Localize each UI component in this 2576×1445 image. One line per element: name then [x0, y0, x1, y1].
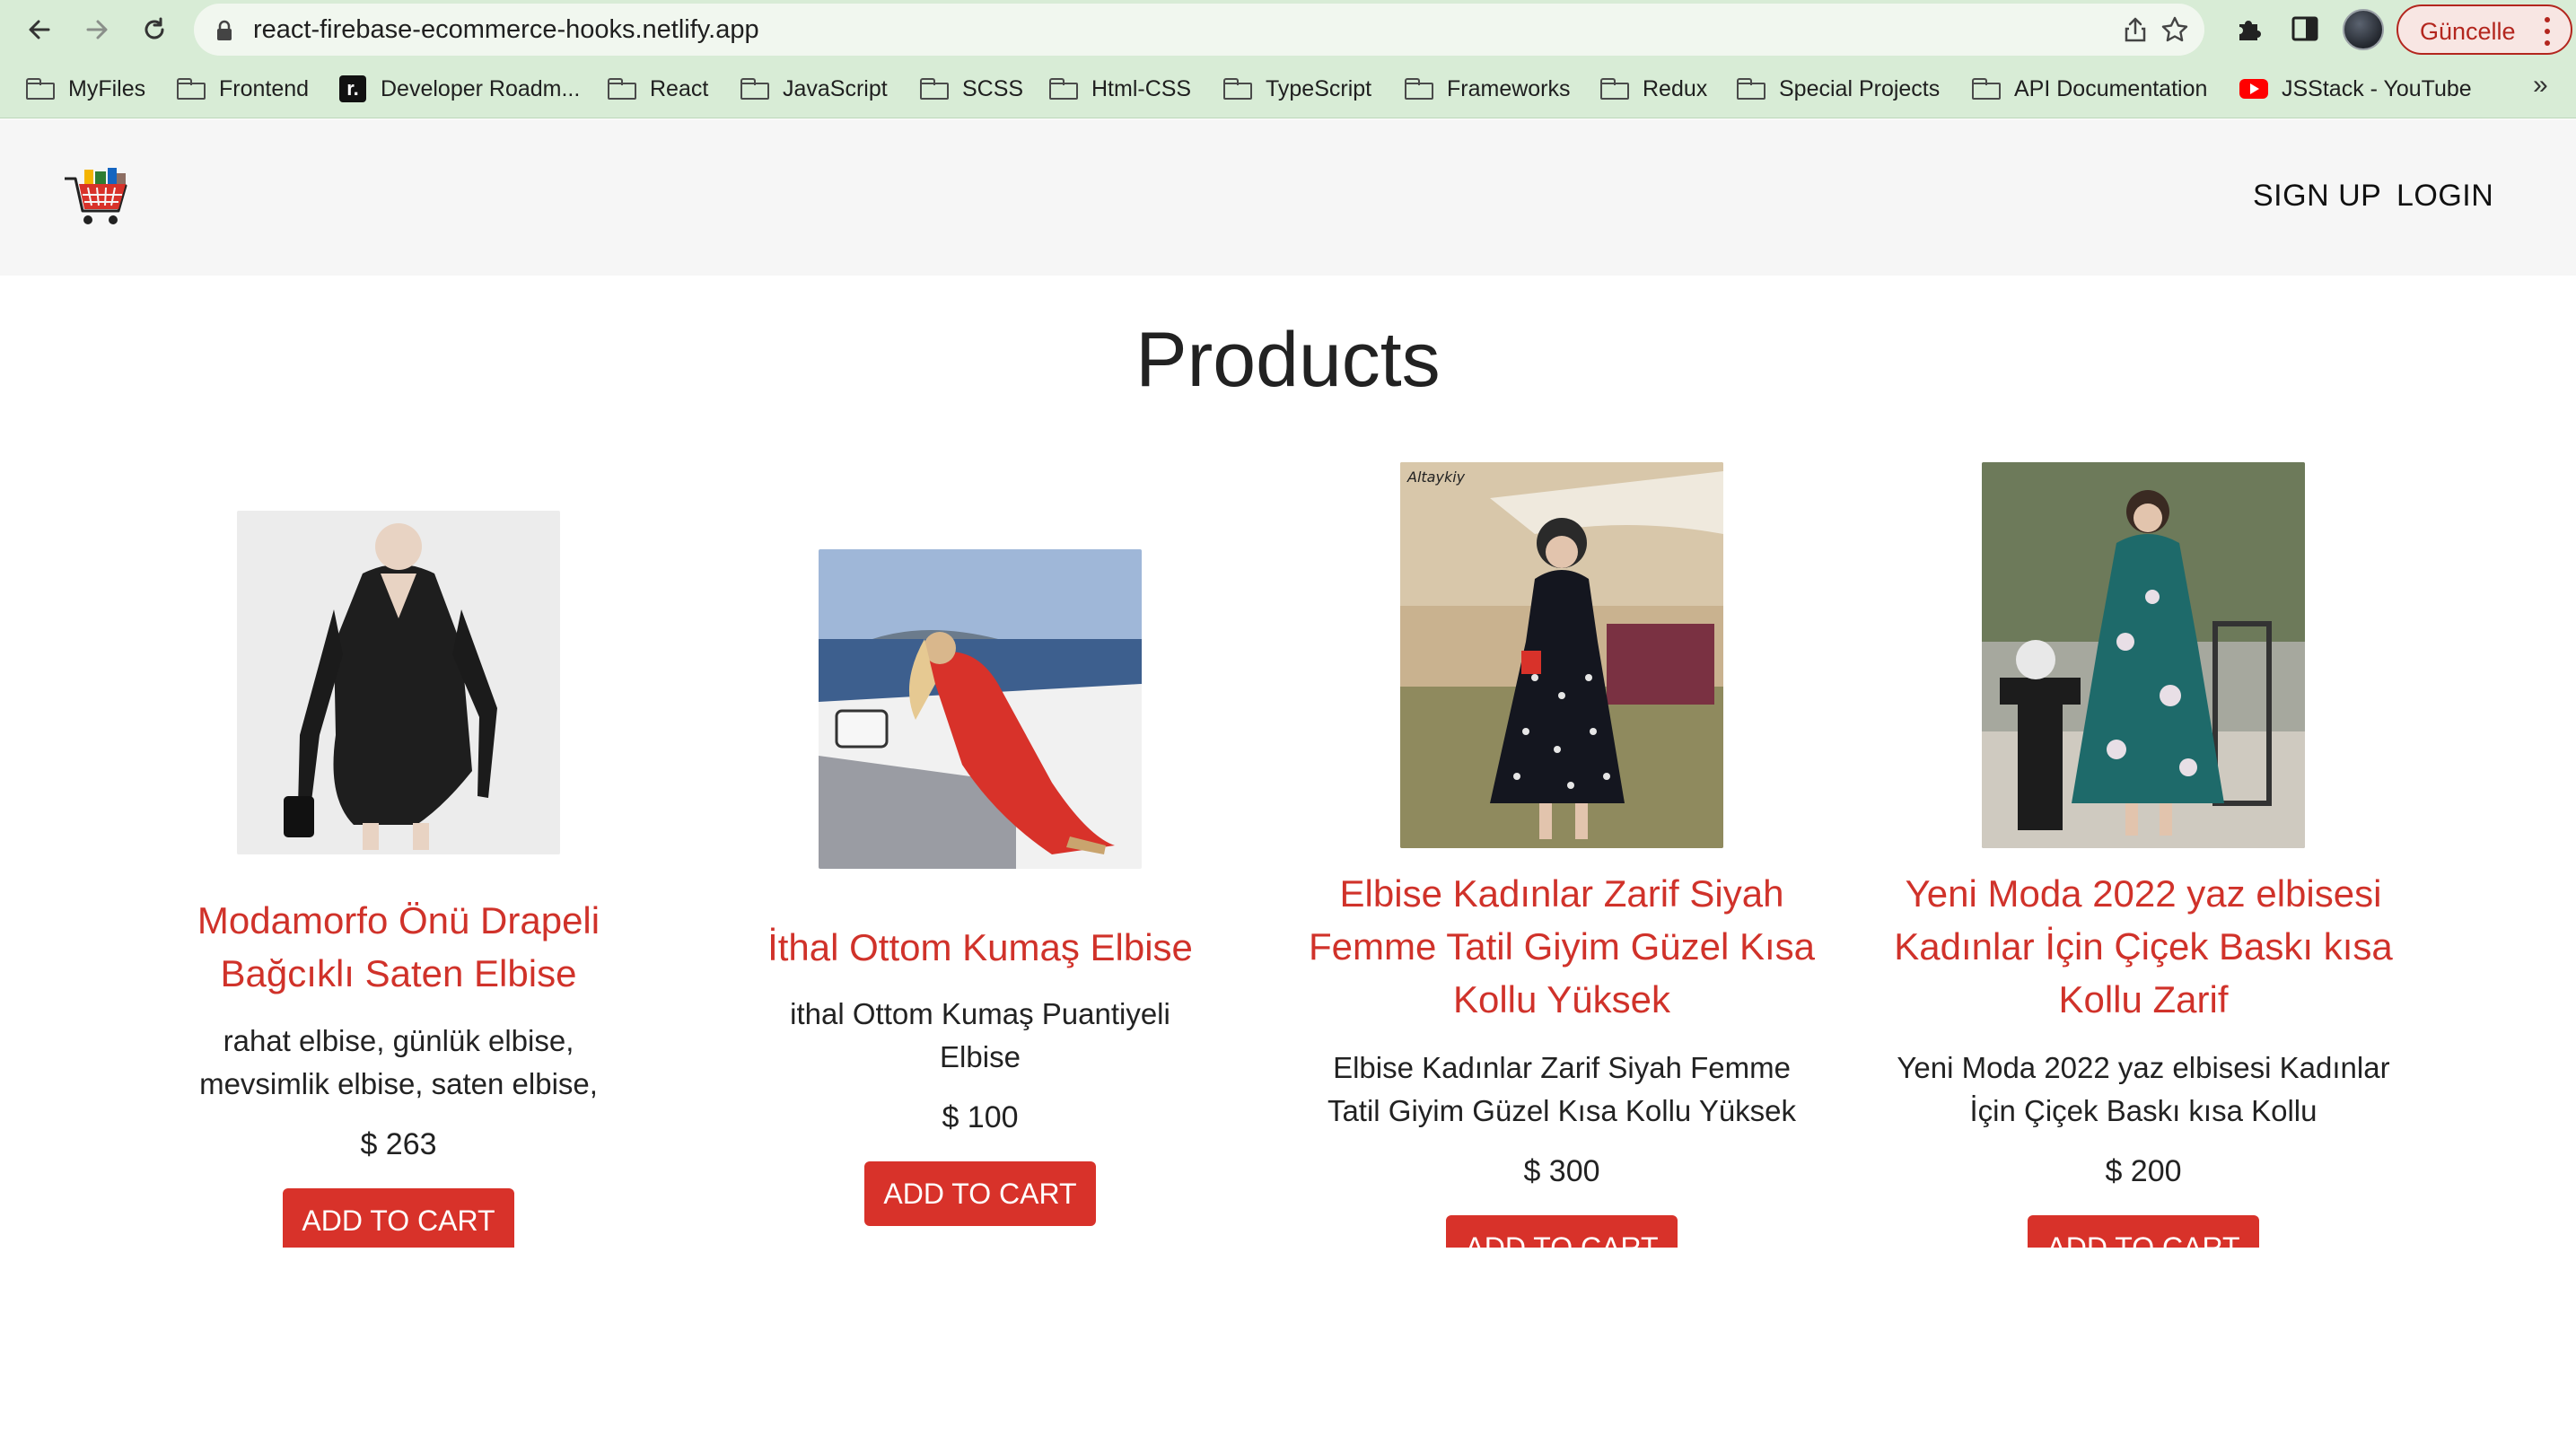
product-description: rahat elbise, günlük elbise, mevsimlik e… [199, 1024, 598, 1100]
add-to-cart-wrapper: ADD TO CART [2028, 1215, 2259, 1248]
folder-icon [1404, 76, 1434, 101]
site-header: SIGN UP LOGIN [0, 119, 2576, 276]
folder-icon [1222, 76, 1253, 101]
bookmarks-bar: MyFiles Frontend r. Developer Roadm... R… [0, 59, 2576, 118]
bookmark-developer-roadmap[interactable]: r. Developer Roadm... [337, 70, 580, 108]
bookmark-myfiles[interactable]: MyFiles [25, 70, 145, 108]
bookmark-frameworks[interactable]: Frameworks [1404, 70, 1571, 108]
bookmark-label: Html-CSS [1091, 75, 1192, 101]
shopping-cart-logo-icon[interactable] [63, 168, 131, 229]
signup-link[interactable]: SIGN UP [2253, 179, 2381, 214]
product-price: $ 300 [1523, 1154, 1600, 1188]
folder-icon [1599, 76, 1630, 101]
share-icon[interactable] [2120, 14, 2151, 45]
folder-icon [25, 76, 56, 101]
bookmark-react[interactable]: React [607, 70, 708, 108]
add-to-cart-wrapper: ADD TO CART [864, 1161, 1096, 1230]
bookmark-javascript[interactable]: JavaScript [740, 70, 888, 108]
bookmark-api-documentation[interactable]: API Documentation [1971, 70, 2207, 108]
bookmark-star-icon[interactable] [2160, 14, 2190, 45]
folder-icon [1971, 76, 2002, 101]
bookmark-label: Frontend [219, 75, 310, 101]
lock-icon [217, 20, 232, 40]
product-description: Elbise Kadınlar Zarif Siyah Femme Tatil … [1327, 1051, 1797, 1127]
product-title[interactable]: Elbise Kadınlar Zarif Siyah Femme Tatil … [1292, 867, 1831, 1026]
bookmark-label: SCSS [962, 75, 1024, 101]
arrow-left-icon [29, 20, 50, 39]
add-to-cart-wrapper: ADD TO CART [1446, 1215, 1678, 1248]
address-bar[interactable]: react-firebase-ecommerce-hooks.netlify.a… [194, 4, 2204, 56]
bookmark-label: Frameworks [1447, 75, 1571, 101]
bookmark-label: React [650, 75, 709, 101]
product-title[interactable]: Yeni Moda 2022 yaz elbisesi Kadınlar İçi… [1874, 867, 2413, 1026]
folder-icon [919, 76, 950, 101]
page-title: Products [1135, 317, 1441, 403]
bookmark-html-css[interactable]: Html-CSS [1048, 70, 1191, 108]
add-to-cart-button[interactable]: ADD TO CART [1446, 1215, 1678, 1248]
bookmark-redux[interactable]: Redux [1599, 70, 1707, 108]
profile-avatar[interactable] [2343, 9, 2384, 50]
product-price: $ 200 [2105, 1154, 2182, 1188]
side-panel-icon[interactable] [2287, 11, 2323, 47]
bookmark-special-projects[interactable]: Special Projects [1736, 70, 1940, 108]
product-description: Yeni Moda 2022 yaz elbisesi Kadınlar İçi… [1897, 1051, 2390, 1127]
bookmark-label: TypeScript [1266, 75, 1372, 101]
folder-icon [740, 76, 770, 101]
url-text: react-firebase-ecommerce-hooks.netlify.a… [253, 15, 759, 44]
folder-icon [607, 76, 637, 101]
bookmark-label: JavaScript [783, 75, 888, 101]
add-to-cart-button[interactable]: ADD TO CART [283, 1188, 514, 1248]
bookmark-label: Redux [1643, 75, 1708, 101]
product-title[interactable]: Modamorfo Önü Drapeli Bağcıklı Saten Elb… [129, 894, 668, 1000]
update-button[interactable]: Güncelle [2396, 4, 2572, 55]
folder-icon [176, 76, 206, 101]
product-description: ithal Ottom Kumaş Puantiyeli Elbise [790, 997, 1170, 1073]
update-label: Güncelle [2420, 18, 2516, 45]
product-price: $ 100 [942, 1100, 1019, 1134]
login-link[interactable]: LOGIN [2396, 179, 2493, 214]
product-image[interactable] [1982, 462, 2305, 848]
reload-button[interactable] [133, 8, 176, 51]
bookmarks-overflow-button[interactable]: » [2533, 70, 2548, 101]
svg-text:Altaykiy: Altaykiy [1406, 469, 1466, 486]
youtube-icon [2239, 76, 2269, 101]
forward-button[interactable] [75, 8, 118, 51]
bookmark-label: API Documentation [2014, 75, 2208, 101]
arrow-right-icon [86, 20, 108, 39]
bookmark-typescript[interactable]: TypeScript [1222, 70, 1371, 108]
roadmap-icon: r. [337, 75, 368, 102]
product-image[interactable] [237, 511, 560, 854]
folder-icon [1736, 76, 1766, 101]
reload-icon [145, 17, 164, 39]
product-image[interactable]: Altaykiy [1400, 462, 1723, 848]
kebab-menu-icon [2542, 17, 2553, 46]
bookmark-label: Developer Roadm... [381, 75, 581, 101]
extensions-puzzle-icon[interactable] [2231, 11, 2267, 47]
bookmark-frontend[interactable]: Frontend [176, 70, 309, 108]
product-title[interactable]: İthal Ottom Kumaş Elbise [711, 921, 1249, 974]
browser-toolbar: react-firebase-ecommerce-hooks.netlify.a… [0, 0, 2576, 59]
product-image[interactable] [819, 549, 1142, 869]
folder-icon [1048, 76, 1079, 101]
product-price: $ 263 [360, 1127, 437, 1161]
add-to-cart-wrapper: ADD TO CART [283, 1188, 514, 1248]
back-button[interactable] [18, 8, 61, 51]
bookmark-label: JSStack - YouTube [2282, 75, 2472, 101]
bookmark-label: Special Projects [1779, 75, 1941, 101]
bookmark-label: MyFiles [68, 75, 146, 101]
add-to-cart-button[interactable]: ADD TO CART [2028, 1215, 2259, 1248]
bookmark-jsstack-youtube[interactable]: JSStack - YouTube [2239, 70, 2472, 108]
bookmark-scss[interactable]: SCSS [919, 70, 1023, 108]
add-to-cart-button[interactable]: ADD TO CART [864, 1161, 1096, 1226]
